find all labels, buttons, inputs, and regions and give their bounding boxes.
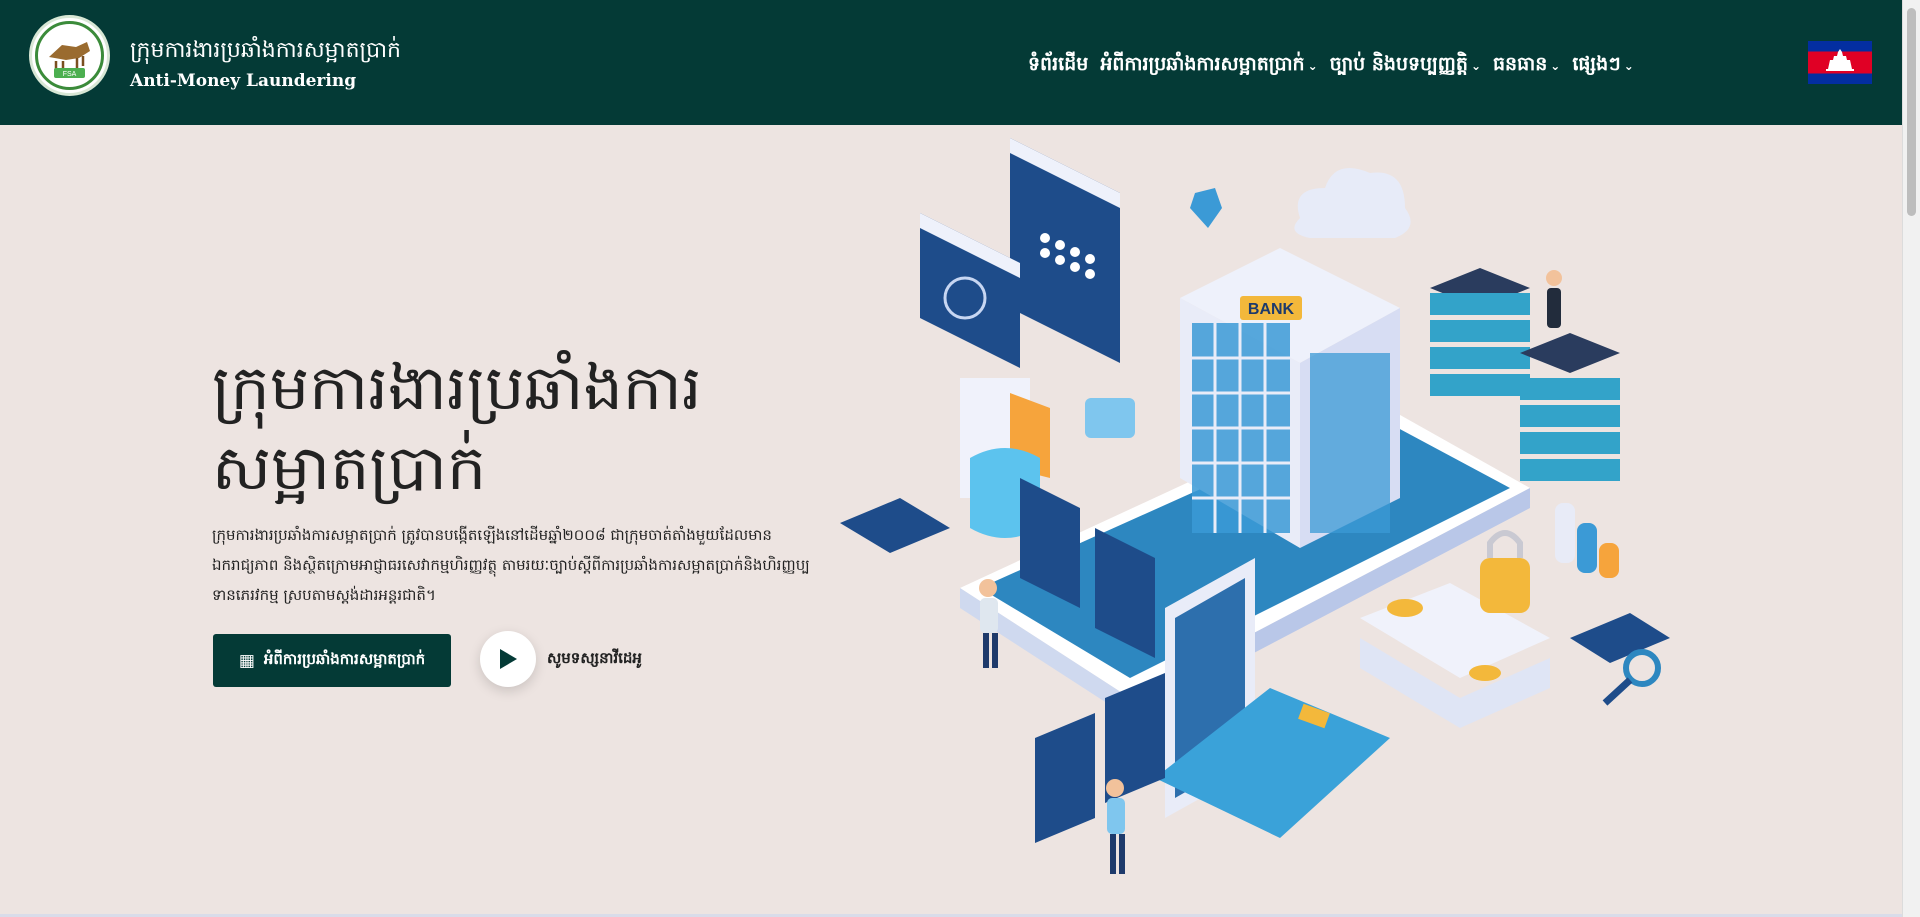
nav-others-label: ផ្សេងៗ: [1572, 53, 1621, 75]
language-flag-icon[interactable]: [1808, 41, 1872, 84]
nav-resources[interactable]: ធនធាន ⌄: [1493, 52, 1560, 80]
chevron-down-icon: ⌄: [1470, 59, 1481, 73]
nav-laws-label: ច្បាប់ និងបទប្បញ្ញត្តិ: [1329, 53, 1468, 75]
watch-video-label[interactable]: សូមទស្សនាវីដេអូ: [547, 649, 642, 671]
site-title-english[interactable]: Anti-Money Laundering: [130, 71, 356, 91]
chevron-down-icon: ⌄: [1550, 59, 1561, 73]
play-icon: [500, 649, 517, 669]
hero-title: ក្រុមការងារប្រឆាំងការសម្អាតប្រាក់: [212, 351, 702, 504]
play-video-button[interactable]: [480, 631, 536, 687]
svg-text:BANK: BANK: [1248, 301, 1295, 318]
scrollbar-thumb[interactable]: [1907, 8, 1916, 216]
hero-illustration: BANK: [830, 128, 1700, 908]
nav-about[interactable]: អំពីការប្រឆាំងការសម្អាតប្រាក់ ⌄: [1100, 52, 1317, 80]
nav-resources-label: ធនធាន: [1493, 53, 1548, 75]
nav-about-label: អំពីការប្រឆាំងការសម្អាតប្រាក់: [1100, 53, 1305, 75]
page-scrollbar[interactable]: [1902, 0, 1920, 917]
chevron-down-icon: ⌄: [1307, 59, 1318, 73]
nav-home-label: ទំព័រដើម: [1028, 53, 1089, 75]
svg-text:FSA: FSA: [63, 71, 77, 78]
site-title-khmer[interactable]: ក្រុមការងារប្រឆាំងការសម្អាតប្រាក់: [130, 36, 401, 68]
about-aml-button-label: អំពីការប្រឆាំងការសម្អាតប្រាក់: [263, 649, 426, 668]
nav-laws[interactable]: ច្បាប់ និងបទប្បញ្ញត្តិ ⌄: [1330, 52, 1481, 80]
calendar-icon: ▦: [238, 650, 255, 671]
chevron-down-icon: ⌄: [1623, 59, 1634, 73]
nav-others[interactable]: ផ្សេងៗ ⌄: [1572, 52, 1633, 80]
hero-description: ក្រុមការងារប្រឆាំងការសម្អាតប្រាក់ ត្រូវប…: [212, 526, 810, 604]
site-header: FSA ក្រុមការងារប្រឆាំងការសម្អាតប្រាក់ An…: [0, 0, 1902, 125]
main-nav: ទំព័រដើម អំពីការប្រឆាំងការសម្អាតប្រាក់ ⌄…: [1028, 52, 1634, 80]
nav-home[interactable]: ទំព័រដើម: [1028, 52, 1088, 80]
about-aml-button[interactable]: ▦ អំពីការប្រឆាំងការសម្អាតប្រាក់: [213, 634, 451, 687]
fsa-logo[interactable]: FSA: [29, 15, 110, 96]
